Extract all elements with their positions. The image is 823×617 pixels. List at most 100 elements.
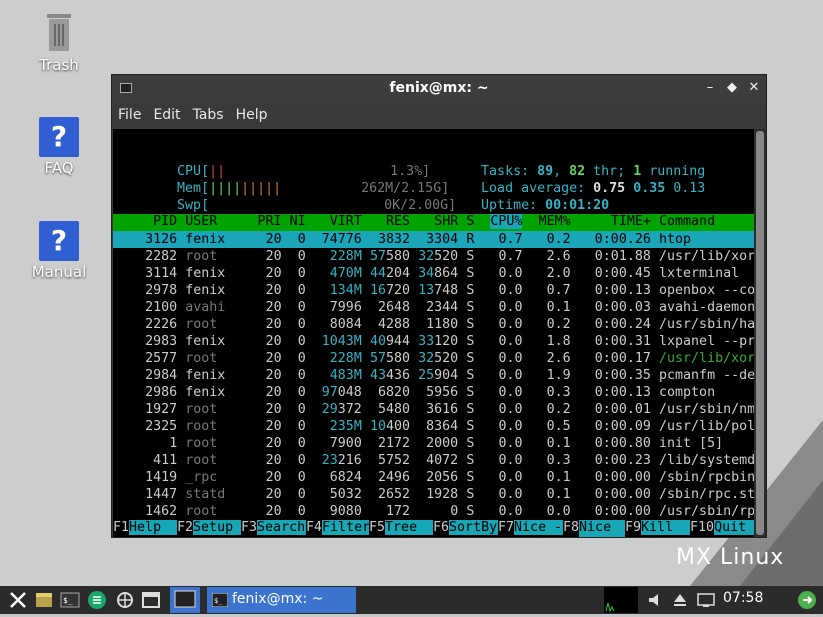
cell-cmd: /usr/lib/xorg/Xor bbox=[659, 351, 754, 366]
menu-help[interactable]: Help bbox=[230, 103, 274, 123]
swp-meter: Swp[0K/2.00G] bbox=[129, 180, 456, 213]
cell-mem: 0.3 bbox=[546, 385, 571, 400]
table-row[interactable]: 1447 statd 20 0 5032 2652 1928 S 0.0 0.1 0:00.00/s… bbox=[113, 486, 754, 503]
column-header-time[interactable]: TIME+ bbox=[611, 214, 651, 229]
table-row[interactable]: 2325 root 20 0 235M 10400 8364 S 0.0 0.5 0:00.09/u… bbox=[113, 418, 754, 435]
desktop-icon-trash[interactable]: Trash bbox=[14, 12, 104, 74]
eject-icon[interactable] bbox=[670, 590, 690, 610]
fkey-nice-button[interactable]: Nice - bbox=[514, 520, 563, 535]
table-row[interactable]: 2984 fenix 20 0 483M 43436 25904 S 0.0 1.9 0:00.35… bbox=[113, 367, 754, 384]
fkey-f5: F5 bbox=[369, 520, 386, 535]
desktop-icon-manual[interactable]: ? Manual bbox=[14, 221, 104, 281]
column-header-command[interactable]: Command bbox=[659, 214, 715, 229]
close-button[interactable]: ✕ bbox=[746, 80, 762, 95]
fkey-filter-button[interactable]: Filter bbox=[322, 520, 370, 535]
fkey-search-button[interactable]: Search bbox=[257, 520, 306, 535]
cell-ni: 0 bbox=[297, 402, 306, 417]
cell-ni: 0 bbox=[297, 283, 306, 298]
cell-shr: 34864 bbox=[418, 266, 459, 281]
fkey-sortby-button[interactable]: SortBy bbox=[449, 520, 498, 535]
terminal-window[interactable]: fenix@mx: ~ – ◆ ✕ File Edit Tabs Help CPU[|… bbox=[111, 74, 767, 538]
fkey-kill-button[interactable]: Kill bbox=[641, 520, 690, 535]
cell-pid: 2325 bbox=[145, 419, 178, 434]
table-row[interactable]: 2577 root 20 0 228M 57580 32520 S 0.0 2.6 0:00.17 /… bbox=[113, 350, 754, 367]
cell-ni: 0 bbox=[297, 249, 306, 264]
update-icon[interactable] bbox=[797, 590, 817, 610]
terminal-output[interactable]: CPU[|| 1.3%] Mem[||||||||| 262M/2.15G] Swp… bbox=[113, 129, 754, 537]
minimize-button[interactable]: – bbox=[702, 80, 718, 95]
package-icon[interactable] bbox=[87, 590, 107, 610]
fkey-quit-button[interactable]: Quit bbox=[714, 520, 754, 535]
cell-cpu: 0.0 bbox=[498, 402, 523, 417]
table-row[interactable]: 1 root 20 0 7900 2172 2000 S 0.0 0.1 0:00.80 init [… bbox=[113, 435, 754, 452]
column-header-pid[interactable]: PID bbox=[153, 214, 177, 229]
column-header-mem[interactable]: MEM% bbox=[539, 214, 571, 229]
table-row[interactable]: 1927 root 20 0 29372 5480 3616 S 0.0 0.2 0:00.01/u… bbox=[113, 401, 754, 418]
cell-res: 43436 bbox=[369, 368, 410, 383]
desktop-icon-faq[interactable]: ? FAQ bbox=[14, 117, 104, 177]
mx-menu-icon[interactable] bbox=[8, 590, 28, 610]
table-row[interactable]: 2282 root 20 0 228M 57580 32520 S 0.7 2.6 0:01.88 /… bbox=[113, 248, 754, 265]
fkey-help-button[interactable]: Help bbox=[129, 520, 177, 535]
cell-time: 0:01.88 bbox=[594, 249, 651, 264]
fkey-tree-button[interactable]: Tree bbox=[385, 520, 433, 535]
table-row[interactable]: 3126 fenix 20 0 74776 3832 3304 R 0.7 0.2 0:00.26 h… bbox=[113, 231, 754, 248]
network-icon[interactable] bbox=[696, 590, 716, 610]
fkey-f7: F7 bbox=[498, 520, 515, 535]
terminal-window-icon[interactable] bbox=[170, 587, 200, 613]
column-header-ni[interactable]: NI bbox=[290, 214, 306, 229]
fkey-f8: F8 bbox=[563, 520, 580, 535]
table-row[interactable]: 2226 root 20 0 8084 4288 1180 S 0.0 0.2 0:00.24/us… bbox=[113, 316, 754, 333]
cell-mem: 0.3 bbox=[546, 453, 571, 468]
column-header-cpu[interactable]: CPU% bbox=[490, 214, 523, 229]
column-header-s[interactable]: S bbox=[466, 214, 474, 229]
menu-file[interactable]: File bbox=[112, 103, 147, 123]
fkey-setup-button[interactable]: Setup bbox=[193, 520, 241, 535]
volume-icon[interactable] bbox=[646, 590, 666, 610]
cell-time: 0:00.09 bbox=[594, 419, 651, 434]
table-row[interactable]: 411 root 20 0 23216 5752 4072 S 0.0 0.3 0:00.23/li… bbox=[113, 452, 754, 469]
column-header-shr[interactable]: SHR bbox=[434, 214, 458, 229]
menu-edit[interactable]: Edit bbox=[147, 103, 186, 123]
table-row[interactable]: 2100 avahi 20 0 7996 2648 2344 S 0.0 0.1 0:00.03 av… bbox=[113, 299, 754, 316]
desktop-icon[interactable] bbox=[141, 590, 161, 610]
cell-ni: 0 bbox=[297, 351, 306, 366]
menu-tabs[interactable]: Tabs bbox=[187, 103, 230, 123]
table-row[interactable]: 1419 _rpc 20 0 6824 2496 2056 S 0.0 0.1 0:00.00/sb… bbox=[113, 469, 754, 486]
cell-ni: 0 bbox=[297, 368, 306, 383]
file-manager-icon[interactable] bbox=[34, 590, 54, 610]
cell-time: 0:00.00 bbox=[594, 504, 651, 519]
cell-pri: 20 bbox=[265, 232, 282, 247]
cell-ni: 0 bbox=[297, 504, 306, 519]
table-row[interactable]: 2983 fenix 20 0 1043M 40944 33120 S 0.0 1.8 0:00.3… bbox=[113, 333, 754, 350]
table-row[interactable]: 2986 fenix 20 0 97048 6820 5956 S 0.0 0.3 0:00.13 c… bbox=[113, 384, 754, 401]
column-header-pri[interactable]: PRI bbox=[258, 214, 282, 229]
cell-res: 6820 bbox=[377, 385, 411, 400]
scrollbar-thumb[interactable] bbox=[756, 131, 764, 535]
column-header-user[interactable]: USER bbox=[185, 214, 217, 229]
maximize-button[interactable]: ◆ bbox=[724, 80, 740, 95]
browser-icon[interactable] bbox=[115, 590, 135, 610]
cell-pid: 2983 bbox=[145, 334, 178, 349]
cell-virt: 9080 bbox=[329, 504, 362, 519]
cell-user: fenix bbox=[185, 266, 226, 281]
cell-cpu: 0.0 bbox=[498, 351, 523, 366]
cell-virt: 6824 bbox=[329, 470, 362, 485]
title-bar[interactable]: fenix@mx: ~ – ◆ ✕ bbox=[112, 75, 766, 103]
cell-cmd: pcmanfm --desktop bbox=[659, 368, 754, 383]
column-header-res[interactable]: RES bbox=[386, 214, 410, 229]
cell-ni: 0 bbox=[297, 232, 306, 247]
column-header-virt[interactable]: VIRT bbox=[330, 214, 362, 229]
cell-res: 2648 bbox=[377, 300, 411, 315]
taskbar-item-terminal[interactable]: $_ fenix@mx: ~ bbox=[207, 587, 356, 613]
fkey-nice-button[interactable]: Nice + bbox=[579, 520, 625, 537]
terminal-icon[interactable]: $_ bbox=[60, 590, 80, 610]
table-row[interactable]: 3114 fenix 20 0 470M 44204 34864 S 0.0 2.0 0:00.45… bbox=[113, 265, 754, 282]
scrollbar[interactable] bbox=[754, 129, 766, 537]
cell-cmd: /lib/systemd/syst bbox=[659, 453, 754, 468]
table-row[interactable]: 1462 root 20 0 9080 172 0 S 0.0 0.0 0:00.00/usr/sb… bbox=[113, 503, 754, 520]
cell-shr: 3304 bbox=[426, 232, 459, 247]
clock[interactable]: 07:58 bbox=[723, 590, 763, 606]
table-row[interactable]: 2978 fenix 20 0 134M 16720 13748 S 0.0 0.7 0:00.13… bbox=[113, 282, 754, 299]
process-table-header[interactable]: PID USER PRI NI VIRT RES SHR S CPU% MEM% TIME+ Comm… bbox=[113, 214, 754, 231]
